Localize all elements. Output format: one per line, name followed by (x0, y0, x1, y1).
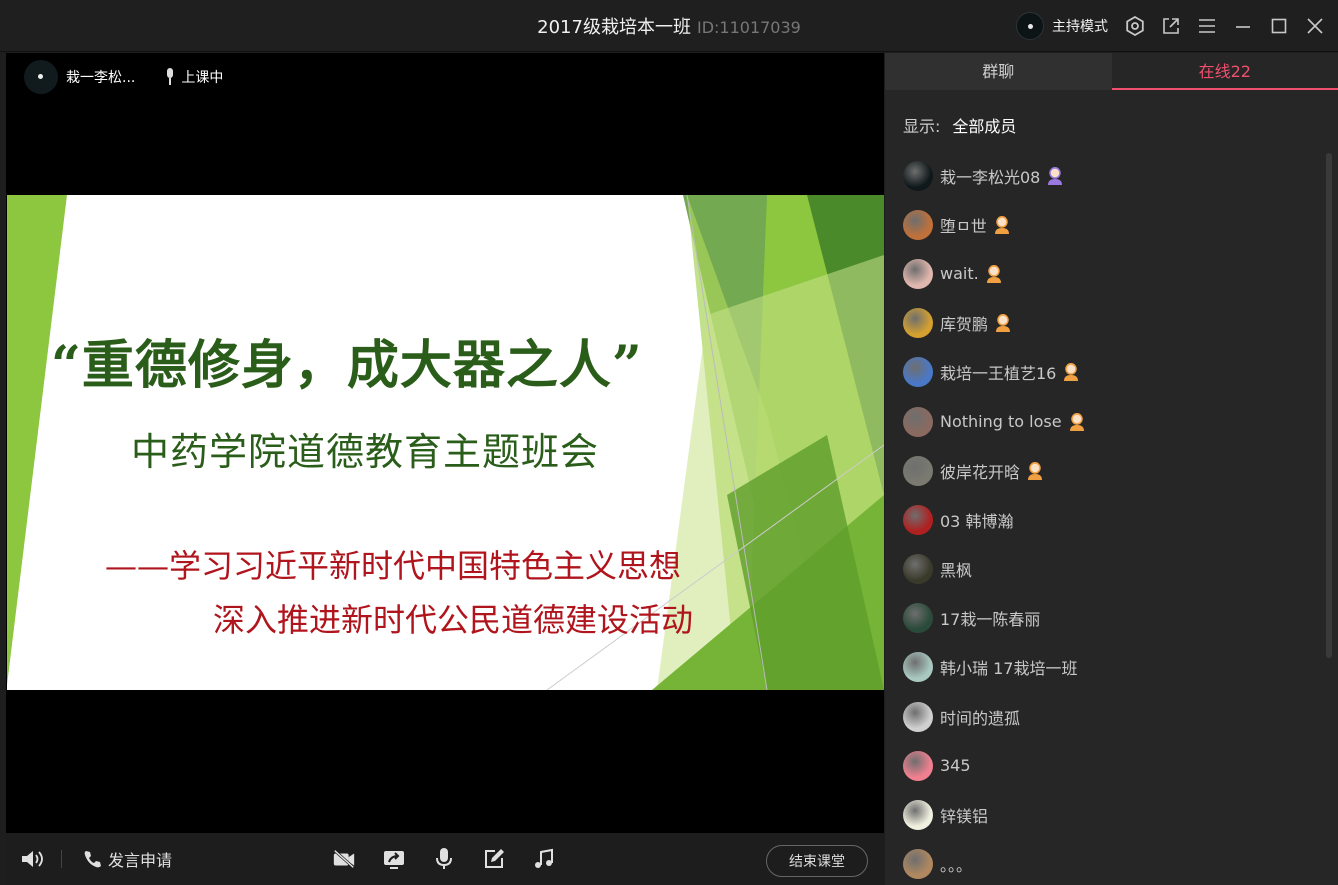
microphone-icon (167, 68, 174, 85)
menu-icon[interactable] (1196, 15, 1218, 37)
member-list-scrollbar[interactable] (1326, 153, 1332, 658)
member-row[interactable]: 堕ㅁ世 (903, 200, 1313, 249)
class-id: ID:11017039 (696, 18, 801, 37)
member-avatar (903, 701, 933, 732)
member-row[interactable]: 时间的遗孤 (903, 692, 1313, 741)
member-filter[interactable]: 显示: 全部成员 (903, 113, 1016, 137)
student-badge-icon (994, 215, 1009, 234)
member-row[interactable]: Nothing to lose (903, 397, 1313, 446)
member-row[interactable]: 彼岸花开晗 (903, 446, 1313, 495)
edit-icon[interactable] (482, 847, 506, 871)
member-avatar (903, 849, 933, 880)
host-avatar[interactable] (1016, 12, 1044, 40)
member-name: 彼岸花开晗 (940, 462, 1021, 482)
student-badge-icon (1028, 461, 1043, 480)
member-avatar (903, 406, 933, 437)
class-status-label: 上课中 (181, 70, 224, 86)
presenter-info: 栽一李松... 上课中 (24, 59, 223, 95)
phone-icon (84, 851, 101, 868)
member-avatar (903, 652, 933, 683)
member-avatar (903, 209, 933, 240)
member-avatar (903, 455, 933, 486)
member-row[interactable]: 345 (903, 741, 1313, 790)
member-name: wait. (940, 264, 979, 284)
member-name: 栽一李松光08 (940, 167, 1041, 187)
popout-icon[interactable] (1160, 15, 1182, 37)
filter-label: 显示: (903, 117, 941, 136)
member-avatar (903, 800, 933, 831)
member-name: 03 韩博瀚 (940, 511, 1014, 531)
member-name: 黑枫 (940, 561, 973, 581)
member-name: 时间的遗孤 (940, 708, 1021, 728)
member-avatar (903, 160, 933, 191)
slide-subtitle: 中药学院道德教育主题班会 (131, 430, 600, 474)
member-row[interactable]: 锌镁铝 (903, 790, 1313, 839)
member-name: 345 (940, 756, 971, 776)
member-name: 锌镁铝 (940, 807, 989, 827)
title-bar: 2017级栽培本一班 ID:11017039 主持模式 (0, 0, 1338, 52)
member-row[interactable]: wait. (903, 249, 1313, 298)
member-avatar (903, 504, 933, 535)
slide-line-2: 深入推进新时代公民道德建设活动 (213, 601, 694, 639)
tab-group-chat[interactable]: 群聊 (885, 53, 1112, 90)
minimize-icon[interactable] (1232, 15, 1254, 37)
camera-off-icon[interactable] (332, 847, 356, 871)
bottom-toolbar: 发言申请 结束课堂 (6, 833, 884, 885)
class-status: 上课中 (163, 67, 223, 87)
member-row[interactable]: 栽一李松光08 (903, 151, 1313, 200)
member-name: 17栽一陈春丽 (940, 610, 1041, 630)
member-avatar (903, 308, 933, 339)
member-avatar (903, 603, 933, 634)
teacher-badge-icon (1048, 166, 1063, 185)
member-row[interactable]: 韩小瑞 17栽培一班 (903, 643, 1313, 692)
member-list: 栽一李松光08 堕ㅁ世 wait. 库贺鹏栽培一王植艺16 Nothing to los… (903, 151, 1313, 885)
member-name: Nothing to lose (940, 412, 1062, 432)
maximize-icon[interactable] (1268, 15, 1290, 37)
host-mode-label[interactable]: 主持模式 (1052, 16, 1108, 36)
member-row[interactable]: 栽培一王植艺16 (903, 348, 1313, 397)
end-class-button[interactable]: 结束课堂 (766, 845, 868, 877)
student-badge-icon (986, 264, 1001, 283)
presentation-slide: “重德修身，成大器之人” 中药学院道德教育主题班会 ——学习习近平新时代中国特色… (7, 195, 884, 690)
settings-icon[interactable] (1124, 15, 1146, 37)
tab-online[interactable]: 在线22 (1111, 53, 1338, 90)
presenter-avatar (24, 60, 58, 94)
filter-value: 全部成员 (952, 117, 1017, 136)
member-name: 。。。 (940, 856, 973, 876)
slide-title: “重德修身，成大器之人” (51, 335, 643, 396)
member-row[interactable]: 。。。 (903, 840, 1313, 885)
slide-line-1: ——学习习近平新时代中国特色主义思想 (105, 547, 682, 585)
presenter-name: 栽一李松... (66, 70, 136, 86)
screen-share-icon[interactable] (382, 847, 406, 871)
student-badge-icon (1064, 363, 1079, 382)
class-name: 2017级栽培本一班 (537, 17, 691, 38)
member-row[interactable]: 库贺鹏 (903, 299, 1313, 348)
member-avatar (903, 554, 933, 585)
member-avatar (903, 750, 933, 781)
student-badge-icon (1069, 412, 1084, 431)
member-row[interactable]: 03 韩博瀚 (903, 495, 1313, 544)
member-avatar (903, 357, 933, 388)
music-icon[interactable] (532, 847, 556, 871)
close-icon[interactable] (1304, 15, 1326, 37)
member-name: 栽培一王植艺16 (940, 364, 1057, 384)
speak-request-label: 发言申请 (108, 851, 173, 870)
divider (61, 850, 62, 868)
student-badge-icon (996, 314, 1011, 333)
member-row[interactable]: 17栽一陈春丽 (903, 594, 1313, 643)
sidebar: 群聊 在线22 显示: 全部成员 栽一李松光08 堕ㅁ世 wait. 库贺鹏栽培一王植艺… (885, 53, 1338, 885)
microphone-icon[interactable] (432, 847, 456, 871)
volume-icon[interactable] (20, 848, 46, 874)
member-name: 库贺鹏 (940, 315, 989, 335)
sidebar-tabs: 群聊 在线22 (885, 53, 1338, 90)
member-name: 堕ㅁ世 (940, 216, 987, 236)
member-avatar (903, 258, 933, 289)
speak-request-button[interactable]: 发言申请 (82, 847, 172, 871)
member-name: 韩小瑞 17栽培一班 (940, 659, 1078, 679)
member-row[interactable]: 黑枫 (903, 545, 1313, 594)
video-area: 栽一李松... 上课中 “重德修身，成大器之人” 中药学院道德教育主题班会 ——… (6, 53, 884, 833)
